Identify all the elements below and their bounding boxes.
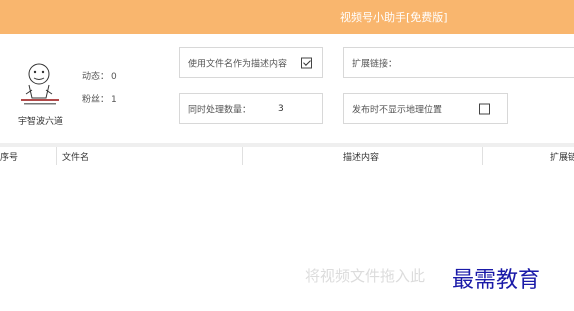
- column-header-description: 描述内容: [343, 153, 380, 163]
- concurrency-field[interactable]: 同时处理数量： 3: [179, 93, 323, 124]
- column-header-filename: 文件名: [62, 153, 90, 163]
- concurrency-value[interactable]: 3: [278, 104, 284, 114]
- dynamics-label: 动态：: [82, 72, 110, 82]
- use-filename-option[interactable]: 使用文件名作为描述内容: [179, 47, 323, 78]
- hide-location-option[interactable]: 发布时不显示地理位置: [343, 93, 508, 124]
- drop-hint: 将视频文件拖入此: [305, 267, 426, 285]
- title-bar: 视频号小助手[免费版]: [0, 0, 574, 34]
- hide-location-checkbox[interactable]: [479, 103, 490, 114]
- column-header-index: 序号: [0, 153, 19, 163]
- watermark-logo: 最需教育: [452, 268, 541, 293]
- column-divider: [242, 147, 243, 165]
- username: 宇智波六道: [18, 117, 64, 127]
- fans-stat: 粉丝： 1: [80, 92, 117, 105]
- dynamics-stat: 动态： 0: [80, 69, 117, 82]
- extend-link-label: 扩展链接：: [352, 59, 398, 69]
- use-filename-label: 使用文件名作为描述内容: [188, 59, 288, 69]
- avatar: [21, 63, 59, 105]
- use-filename-checkbox[interactable]: [301, 57, 312, 68]
- fans-label: 粉丝：: [82, 95, 110, 105]
- extend-link-field[interactable]: 扩展链接：: [343, 47, 574, 78]
- table-header: 序号 文件名 描述内容 扩展链: [0, 147, 574, 165]
- concurrency-label: 同时处理数量：: [188, 105, 252, 115]
- fans-value: 1: [111, 95, 117, 105]
- column-divider: [56, 147, 57, 165]
- column-divider: [482, 147, 483, 165]
- hide-location-label: 发布时不显示地理位置: [352, 105, 443, 115]
- column-header-extend-link: 扩展链: [550, 153, 574, 163]
- window-title: 视频号小助手[免费版]: [340, 11, 448, 24]
- dynamics-value: 0: [111, 72, 117, 82]
